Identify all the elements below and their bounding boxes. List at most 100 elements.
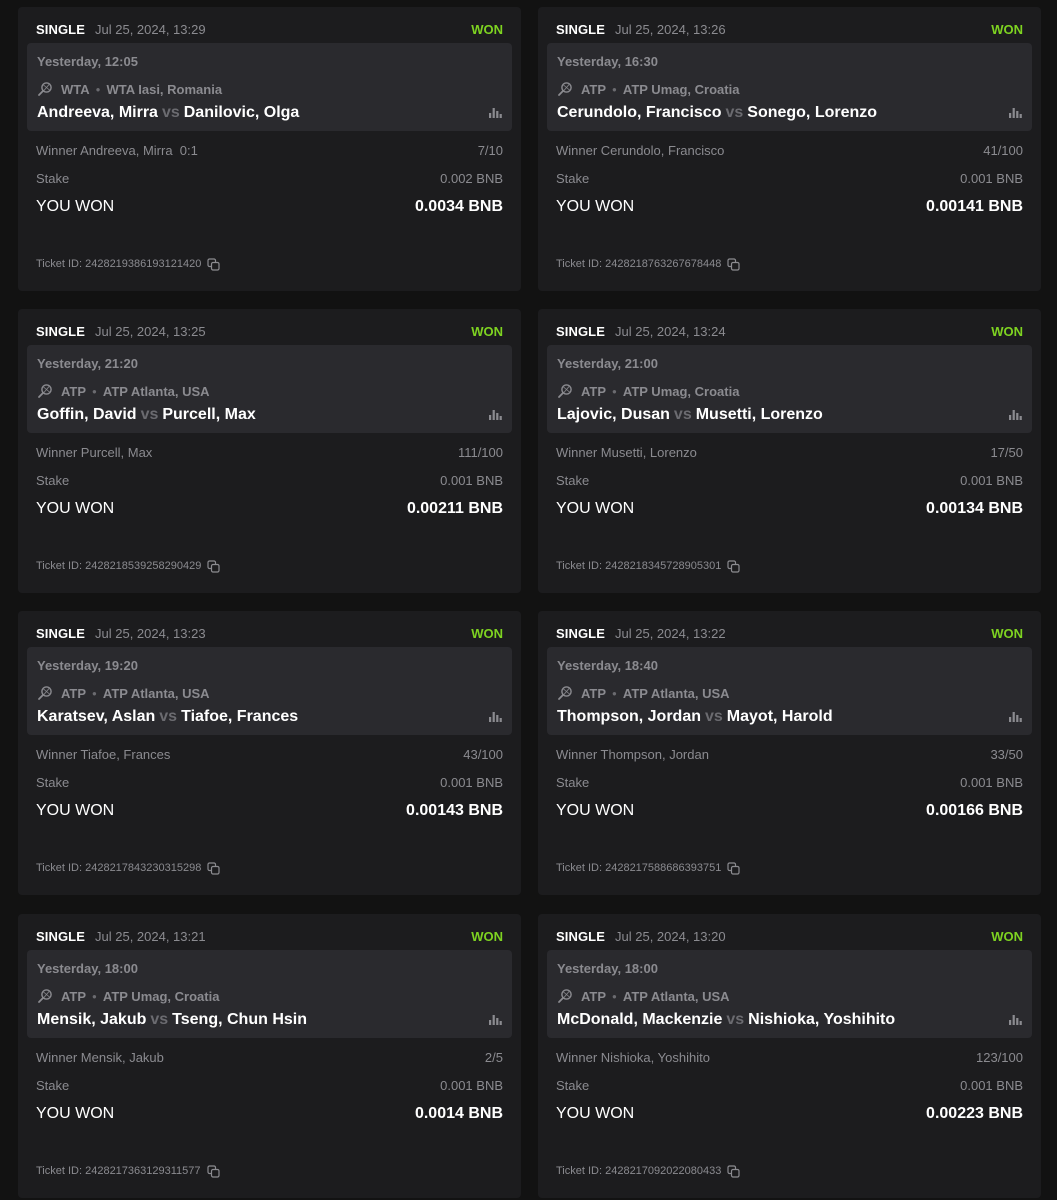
tournament-name: ATP Atlanta, USA: [622, 685, 730, 701]
ticket-header: SINGLE Jul 25, 2024, 13:24 WON: [556, 319, 1023, 343]
bet-ticket-card[interactable]: SINGLE Jul 25, 2024, 13:23 WON Yesterday…: [18, 611, 521, 895]
stats-chart-icon[interactable]: [488, 105, 502, 119]
bet-ticket-card[interactable]: SINGLE Jul 25, 2024, 13:29 WON Yesterday…: [18, 7, 521, 291]
status-badge: WON: [471, 928, 503, 944]
stats-chart-icon[interactable]: [488, 1012, 502, 1026]
status-badge: WON: [471, 21, 503, 37]
ticket-header: SINGLE Jul 25, 2024, 13:25 WON: [36, 319, 503, 343]
tour-label: ATP: [581, 81, 607, 97]
stats-chart-icon[interactable]: [488, 407, 502, 421]
match-name: Cerundolo, Francisco vs Sonego, Lorenzo: [557, 104, 877, 122]
copy-icon[interactable]: [727, 861, 740, 875]
tour-label: WTA: [61, 81, 90, 97]
separator-dot-icon: ●: [612, 688, 617, 698]
payout-row: YOU WON 0.0034 BNB: [36, 196, 503, 218]
event-box[interactable]: Yesterday, 12:05 WTA ● WTA Iasi, Romania…: [27, 43, 512, 131]
away-player: Purcell, Max: [162, 406, 256, 423]
you-won-label: YOU WON: [556, 500, 635, 517]
stake-row: Stake 0.001 BNB: [36, 773, 503, 791]
event-box[interactable]: Yesterday, 19:20 ATP ● ATP Atlanta, USA …: [27, 647, 512, 735]
payout-row: YOU WON 0.00134 BNB: [556, 498, 1023, 520]
away-player: Tseng, Chun Hsin: [172, 1011, 307, 1028]
match-name: McDonald, Mackenzie vs Nishioka, Yoshihito: [557, 1011, 895, 1029]
vs-label: vs: [161, 104, 180, 121]
stake-value: 0.001 BNB: [440, 472, 503, 488]
ticket-header: SINGLE Jul 25, 2024, 13:20 WON: [556, 924, 1023, 948]
stake-row: Stake 0.002 BNB: [36, 169, 503, 187]
event-league: ATP ● ATP Atlanta, USA: [557, 685, 730, 701]
match-name: Karatsev, Aslan vs Tiafoe, Frances: [37, 708, 298, 726]
ticket-grid: SINGLE Jul 25, 2024, 13:29 WON Yesterday…: [0, 0, 1057, 1200]
placed-timestamp: Jul 25, 2024, 13:25: [95, 323, 206, 339]
event-box[interactable]: Yesterday, 18:00 ATP ● ATP Umag, Croatia…: [27, 950, 512, 1038]
copy-icon[interactable]: [206, 1164, 220, 1178]
bet-ticket-card[interactable]: SINGLE Jul 25, 2024, 13:21 WON Yesterday…: [18, 914, 521, 1198]
copy-icon[interactable]: [727, 1164, 740, 1178]
copy-icon[interactable]: [207, 559, 220, 573]
status-badge: WON: [471, 625, 503, 641]
selection-label: Winner Nishioka, Yoshihito: [556, 1049, 710, 1065]
bet-ticket-card[interactable]: SINGLE Jul 25, 2024, 13:25 WON Yesterday…: [18, 309, 521, 593]
selection-label: Winner Tiafoe, Frances: [36, 746, 171, 762]
status-badge: WON: [471, 323, 503, 339]
bet-ticket-card[interactable]: SINGLE Jul 25, 2024, 13:20 WON Yesterday…: [538, 914, 1041, 1198]
bet-type-label: SINGLE: [36, 625, 85, 641]
stats-chart-icon[interactable]: [1008, 709, 1022, 723]
payout-row: YOU WON 0.00223 BNB: [556, 1103, 1023, 1125]
selection-label: Winner Musetti, Lorenzo: [556, 444, 697, 460]
stake-label: Stake: [36, 774, 70, 790]
tennis-racket-icon: [38, 989, 52, 1003]
payout-row: YOU WON 0.00141 BNB: [556, 196, 1023, 218]
selection-row: Winner Andreeva, Mirra 0:1 7/10: [36, 141, 503, 159]
odds-value: 123/100: [976, 1049, 1023, 1065]
bet-type-label: SINGLE: [556, 625, 605, 641]
tournament-name: ATP Umag, Croatia: [622, 81, 740, 97]
away-player: Musetti, Lorenzo: [695, 406, 823, 423]
ticket-id-row: Ticket ID: 2428218539258290429: [36, 558, 220, 574]
copy-icon[interactable]: [207, 861, 220, 875]
event-box[interactable]: Yesterday, 16:30 ATP ● ATP Umag, Croatia…: [547, 43, 1032, 131]
odds-value: 43/100: [463, 746, 503, 762]
stake-value: 0.001 BNB: [440, 1077, 503, 1093]
payout-value: 0.0014 BNB: [414, 1105, 503, 1122]
you-won-label: YOU WON: [36, 1105, 115, 1122]
you-won-label: YOU WON: [556, 198, 635, 215]
copy-icon[interactable]: [727, 559, 740, 573]
stake-value: 0.001 BNB: [960, 170, 1023, 186]
stake-row: Stake 0.001 BNB: [556, 773, 1023, 791]
home-player: Thompson, Jordan: [557, 708, 701, 725]
copy-icon[interactable]: [207, 257, 220, 271]
placed-timestamp: Jul 25, 2024, 13:29: [95, 21, 206, 37]
event-league: WTA ● WTA Iasi, Romania: [37, 81, 222, 97]
copy-icon[interactable]: [727, 257, 740, 271]
stats-chart-icon[interactable]: [488, 709, 502, 723]
bet-ticket-card[interactable]: SINGLE Jul 25, 2024, 13:24 WON Yesterday…: [538, 309, 1041, 593]
stats-chart-icon[interactable]: [1008, 105, 1022, 119]
vs-label: vs: [150, 1011, 169, 1028]
stats-chart-icon[interactable]: [1008, 1012, 1022, 1026]
stats-chart-icon[interactable]: [1008, 407, 1022, 421]
odds-value: 17/50: [990, 444, 1023, 460]
event-box[interactable]: Yesterday, 18:00 ATP ● ATP Atlanta, USA …: [547, 950, 1032, 1038]
tournament-name: WTA Iasi, Romania: [106, 81, 223, 97]
event-box[interactable]: Yesterday, 21:00 ATP ● ATP Umag, Croatia…: [547, 345, 1032, 433]
status-badge: WON: [991, 625, 1023, 641]
event-box[interactable]: Yesterday, 21:20 ATP ● ATP Atlanta, USA …: [27, 345, 512, 433]
bet-ticket-card[interactable]: SINGLE Jul 25, 2024, 13:22 WON Yesterday…: [538, 611, 1041, 895]
event-time: Yesterday, 16:30: [557, 54, 658, 69]
separator-dot-icon: ●: [612, 386, 617, 396]
event-box[interactable]: Yesterday, 18:40 ATP ● ATP Atlanta, USA …: [547, 647, 1032, 735]
you-won-label: YOU WON: [36, 802, 115, 819]
event-league: ATP ● ATP Atlanta, USA: [37, 383, 210, 399]
vs-label: vs: [725, 104, 744, 121]
bet-type-label: SINGLE: [36, 323, 85, 339]
home-player: Cerundolo, Francisco: [557, 104, 722, 121]
selection-row: Winner Cerundolo, Francisco 41/100: [556, 141, 1023, 159]
away-player: Sonego, Lorenzo: [747, 104, 878, 121]
ticket-id: Ticket ID: 2428217588686393751: [556, 862, 722, 874]
event-time: Yesterday, 21:20: [37, 356, 138, 371]
bet-ticket-card[interactable]: SINGLE Jul 25, 2024, 13:26 WON Yesterday…: [538, 7, 1041, 291]
away-player: Tiafoe, Frances: [181, 708, 299, 725]
stake-row: Stake 0.001 BNB: [556, 471, 1023, 489]
home-player: Goffin, David: [37, 406, 137, 423]
